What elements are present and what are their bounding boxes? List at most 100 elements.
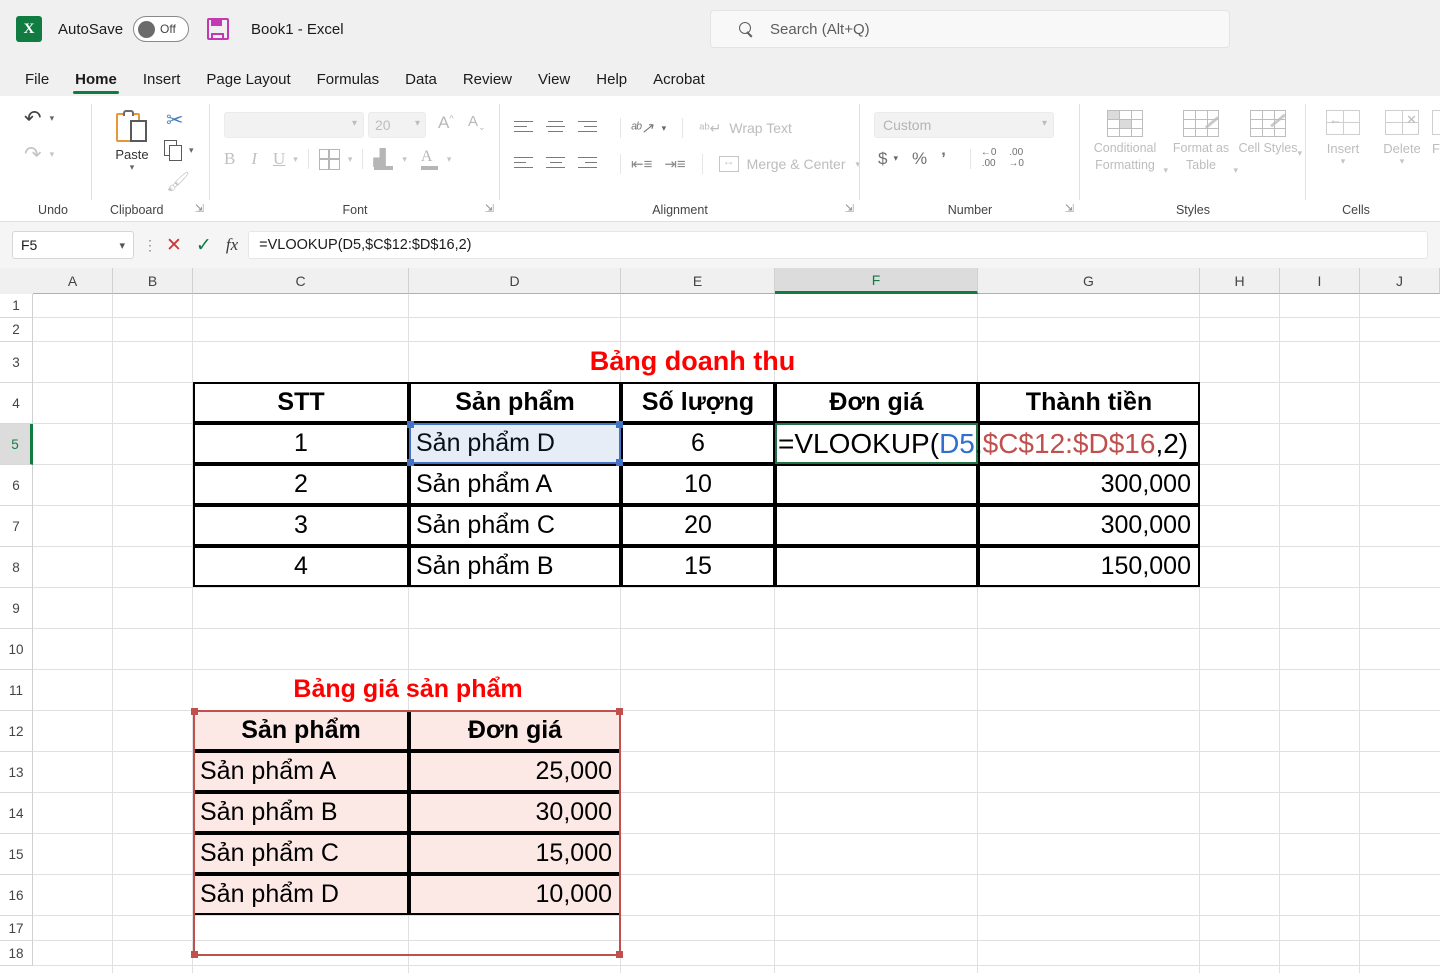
row-header-3[interactable]: 3 (0, 342, 33, 383)
number-format-select[interactable]: Custom ▾ (874, 112, 1054, 138)
column-header-c[interactable]: C (193, 268, 409, 294)
insert-function-icon[interactable]: fx (226, 235, 238, 255)
row-header-8[interactable]: 8 (0, 547, 33, 588)
column-header-a[interactable]: A (33, 268, 113, 294)
tab-help[interactable]: Help (583, 71, 640, 96)
save-icon[interactable] (207, 18, 230, 40)
revenue-header-price[interactable]: Đơn giá (775, 382, 978, 423)
number-dialog-launcher-icon[interactable]: ⇲ (1065, 202, 1074, 215)
revenue-cell-stt-3[interactable]: 3 (193, 505, 409, 546)
price-cell-price-2[interactable]: 30,000 (409, 792, 621, 833)
price-cell-product-1[interactable]: Sản phẩm A (193, 751, 409, 792)
undo-dropdown-icon[interactable]: ▾ (50, 113, 55, 124)
alignment-dialog-launcher-icon[interactable]: ⇲ (845, 202, 854, 215)
row-header-14[interactable]: 14 (0, 793, 33, 834)
align-right-icon[interactable] (578, 156, 597, 172)
row-header-18[interactable]: 18 (0, 941, 33, 966)
row-header-10[interactable]: 10 (0, 629, 33, 670)
cut-icon[interactable]: ✂ (166, 109, 184, 132)
row-header-2[interactable]: 2 (0, 318, 33, 342)
tab-review[interactable]: Review (450, 71, 525, 96)
copy-dropdown-icon[interactable]: ▾ (189, 145, 194, 156)
orientation-icon[interactable]: ᵃᵇ↗ (631, 119, 654, 137)
number-format-dropdown-icon[interactable]: ▾ (1042, 118, 1047, 129)
column-header-j[interactable]: J (1360, 268, 1440, 294)
column-header-e[interactable]: E (621, 268, 775, 294)
price-header-price[interactable]: Đơn giá (409, 710, 621, 751)
revenue-cell-price-4[interactable] (775, 546, 978, 587)
row-header-13[interactable]: 13 (0, 752, 33, 793)
revenue-cell-product-2[interactable]: Sản phẩm A (409, 464, 621, 505)
revenue-cell-product-4[interactable]: Sản phẩm B (409, 546, 621, 587)
font-dialog-launcher-icon[interactable]: ⇲ (485, 202, 494, 215)
enter-icon[interactable]: ✓ (196, 234, 212, 257)
orientation-dropdown-icon[interactable]: ▾ (662, 123, 667, 134)
revenue-header-stt[interactable]: STT (193, 382, 409, 423)
column-header-h[interactable]: H (1200, 268, 1280, 294)
undo-icon[interactable]: ↶ (24, 106, 42, 131)
font-size-dropdown-icon[interactable]: ▾ (415, 118, 420, 129)
name-box-dropdown-icon[interactable]: ▾ (119, 239, 125, 252)
revenue-table-title[interactable]: Bảng doanh thu (408, 341, 977, 382)
name-box[interactable]: F5 ▾ (12, 231, 134, 259)
revenue-header-qty[interactable]: Số lượng (621, 382, 775, 423)
revenue-cell-price-3[interactable] (775, 505, 978, 546)
revenue-cell-total-3[interactable]: 300,000 (978, 505, 1200, 546)
column-header-b[interactable]: B (113, 268, 193, 294)
row-header-6[interactable]: 6 (0, 465, 33, 506)
price-cell-product-2[interactable]: Sản phẩm B (193, 792, 409, 833)
font-name-input[interactable]: ▾ (224, 112, 364, 138)
price-cell-price-4[interactable]: 10,000 (409, 874, 621, 915)
sheet-canvas[interactable]: Bảng doanh thu STT Sản phẩm Số lượng Đơn… (33, 294, 1440, 973)
decrease-decimal-icon[interactable]: ←0.00 (981, 147, 997, 169)
search-input[interactable]: Search (Alt+Q) (710, 10, 1230, 48)
currency-dropdown-icon[interactable]: ▾ (893, 153, 898, 164)
align-top-icon[interactable] (514, 120, 533, 136)
align-bottom-icon[interactable] (578, 120, 597, 136)
column-header-f[interactable]: F (775, 268, 978, 294)
paste-icon[interactable] (116, 110, 148, 144)
revenue-header-total[interactable]: Thành tiền (978, 382, 1200, 423)
revenue-cell-total-2[interactable]: 300,000 (978, 464, 1200, 505)
price-cell-price-3[interactable]: 15,000 (409, 833, 621, 874)
align-left-icon[interactable] (514, 156, 533, 172)
row-header-4[interactable]: 4 (0, 383, 33, 424)
row-header-9[interactable]: 9 (0, 588, 33, 629)
price-cell-product-3[interactable]: Sản phẩm C (193, 833, 409, 874)
price-cell-price-1[interactable]: 25,000 (409, 751, 621, 792)
autosave-toggle[interactable]: Off (133, 16, 190, 42)
price-table-title[interactable]: Bảng giá sản phẩm (193, 669, 623, 710)
comma-style-icon[interactable]: ’ (941, 149, 946, 169)
clipboard-dialog-launcher-icon[interactable]: ⇲ (195, 202, 204, 215)
revenue-cell-qty-3[interactable]: 20 (621, 505, 775, 546)
paste-dropdown-icon[interactable]: ▾ (106, 162, 158, 173)
tab-data[interactable]: Data (392, 71, 450, 96)
revenue-cell-total-4[interactable]: 150,000 (978, 546, 1200, 587)
formula-input[interactable]: =VLOOKUP(D5,$C$12:$D$16,2) (248, 231, 1428, 259)
price-header-product[interactable]: Sản phẩm (193, 710, 409, 751)
cell-formula-editor[interactable]: =VLOOKUP(D5, $C$12:$D$16,2) (775, 423, 1188, 464)
column-header-g[interactable]: G (978, 268, 1200, 294)
align-middle-icon[interactable] (546, 120, 565, 136)
percent-format-icon[interactable]: % (912, 149, 927, 169)
row-header-1[interactable]: 1 (0, 294, 33, 318)
revenue-header-product[interactable]: Sản phẩm (409, 382, 621, 423)
tab-view[interactable]: View (525, 71, 583, 96)
align-center-icon[interactable] (546, 156, 565, 172)
tab-formulas[interactable]: Formulas (304, 71, 393, 96)
column-header-i[interactable]: I (1280, 268, 1360, 294)
row-header-16[interactable]: 16 (0, 875, 33, 916)
row-header-11[interactable]: 11 (0, 670, 33, 711)
revenue-cell-product-1[interactable]: Sản phẩm D (409, 423, 621, 464)
row-header-12[interactable]: 12 (0, 711, 33, 752)
revenue-cell-stt-2[interactable]: 2 (193, 464, 409, 505)
font-name-dropdown-icon[interactable]: ▾ (352, 118, 357, 129)
formula-bar-more-icon[interactable]: ⋮ (143, 237, 157, 254)
copy-icon[interactable] (164, 140, 183, 161)
font-size-input[interactable]: 20 ▾ (368, 112, 426, 138)
revenue-cell-product-3[interactable]: Sản phẩm C (409, 505, 621, 546)
tab-insert[interactable]: Insert (130, 71, 194, 96)
row-header-17[interactable]: 17 (0, 916, 33, 941)
price-cell-product-4[interactable]: Sản phẩm D (193, 874, 409, 915)
revenue-cell-qty-4[interactable]: 15 (621, 546, 775, 587)
